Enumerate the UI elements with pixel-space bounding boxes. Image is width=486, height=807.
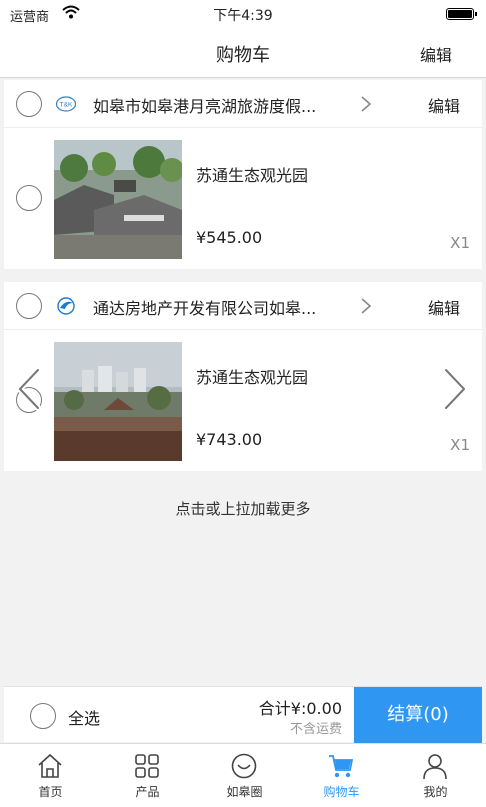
shop-edit-button[interactable]: 编辑 (428, 295, 460, 319)
tab-products[interactable]: 产品 (99, 744, 196, 807)
product-image[interactable] (54, 342, 182, 461)
edit-button[interactable]: 编辑 (420, 42, 452, 66)
product-price: ¥743.00 (196, 430, 263, 449)
product-image[interactable] (54, 140, 182, 259)
chevron-right-icon[interactable] (440, 366, 470, 412)
cart-item[interactable]: 苏通生态观光园 ¥545.00 X1 (4, 128, 482, 268)
tab-bar: 首页 产品 如皋圈 购物车 我的 (0, 743, 486, 807)
checkout-bar: 全选 合计¥:0.00 不含运费 结算(0) (4, 686, 482, 743)
shop-logo-icon (57, 297, 75, 315)
select-all-radio[interactable] (30, 703, 56, 729)
product-quantity: X1 (450, 234, 470, 252)
product-price: ¥545.00 (196, 228, 263, 247)
product-name[interactable]: 苏通生态观光园 (196, 162, 308, 186)
product-quantity: X1 (450, 436, 470, 454)
load-more-link[interactable]: 点击或上拉加载更多 (0, 498, 486, 519)
shop-edit-button[interactable]: 编辑 (428, 93, 460, 117)
shop-header: T&K 如皋市如皋港月亮湖旅游度假... 编辑 (4, 80, 482, 128)
chevron-right-icon[interactable] (360, 95, 372, 113)
select-all-label[interactable]: 全选 (68, 705, 100, 729)
nav-bar: 购物车 编辑 (0, 28, 486, 78)
grid-icon (135, 754, 159, 778)
status-bar: 运营商 下午4:39 (0, 0, 486, 28)
shop-name[interactable]: 通达房地产开发有限公司如皋... (93, 295, 355, 319)
tab-label: 购物车 (323, 785, 360, 799)
tab-label: 如皋圈 (226, 785, 263, 799)
chevron-left-icon[interactable] (14, 366, 44, 412)
cart-icon (329, 755, 354, 778)
product-name[interactable]: 苏通生态观光园 (196, 364, 308, 388)
shop-name[interactable]: 如皋市如皋港月亮湖旅游度假... (93, 93, 355, 117)
cart-item[interactable]: 苏通生态观光园 ¥743.00 X1 (4, 330, 482, 470)
item-select-radio[interactable] (16, 185, 42, 211)
tab-label: 首页 (38, 785, 63, 799)
shop-logo-icon: T&K (56, 96, 76, 112)
battery-icon (446, 8, 477, 20)
shop-card: T&K 如皋市如皋港月亮湖旅游度假... 编辑 苏通生态观光园 ¥545.00 … (4, 80, 482, 269)
shop-select-radio[interactable] (16, 91, 42, 117)
home-icon (38, 753, 62, 778)
shop-card: 通达房地产开发有限公司如皋... 编辑 苏通生态观光园 ¥743.00 X1 (4, 282, 482, 471)
tab-cart[interactable]: 购物车 (293, 744, 390, 807)
checkout-button[interactable]: 结算(0) (354, 687, 482, 743)
smile-circle-icon (231, 753, 257, 779)
tab-rugao-circle[interactable]: 如皋圈 (196, 744, 293, 807)
clock: 下午4:39 (213, 8, 273, 24)
tab-label: 我的 (423, 785, 448, 799)
page-title: 购物车 (216, 45, 270, 66)
chevron-right-icon[interactable] (360, 297, 372, 315)
tab-mine[interactable]: 我的 (387, 744, 484, 807)
tab-home[interactable]: 首页 (2, 744, 99, 807)
shop-header: 通达房地产开发有限公司如皋... 编辑 (4, 282, 482, 330)
shop-select-radio[interactable] (16, 293, 42, 319)
total-amount: 合计¥:0.00 (258, 699, 342, 718)
person-icon (423, 754, 447, 780)
shipping-note: 不含运费 (289, 722, 342, 737)
tab-label: 产品 (135, 785, 160, 799)
shop-logo-text: T&K (60, 102, 73, 109)
